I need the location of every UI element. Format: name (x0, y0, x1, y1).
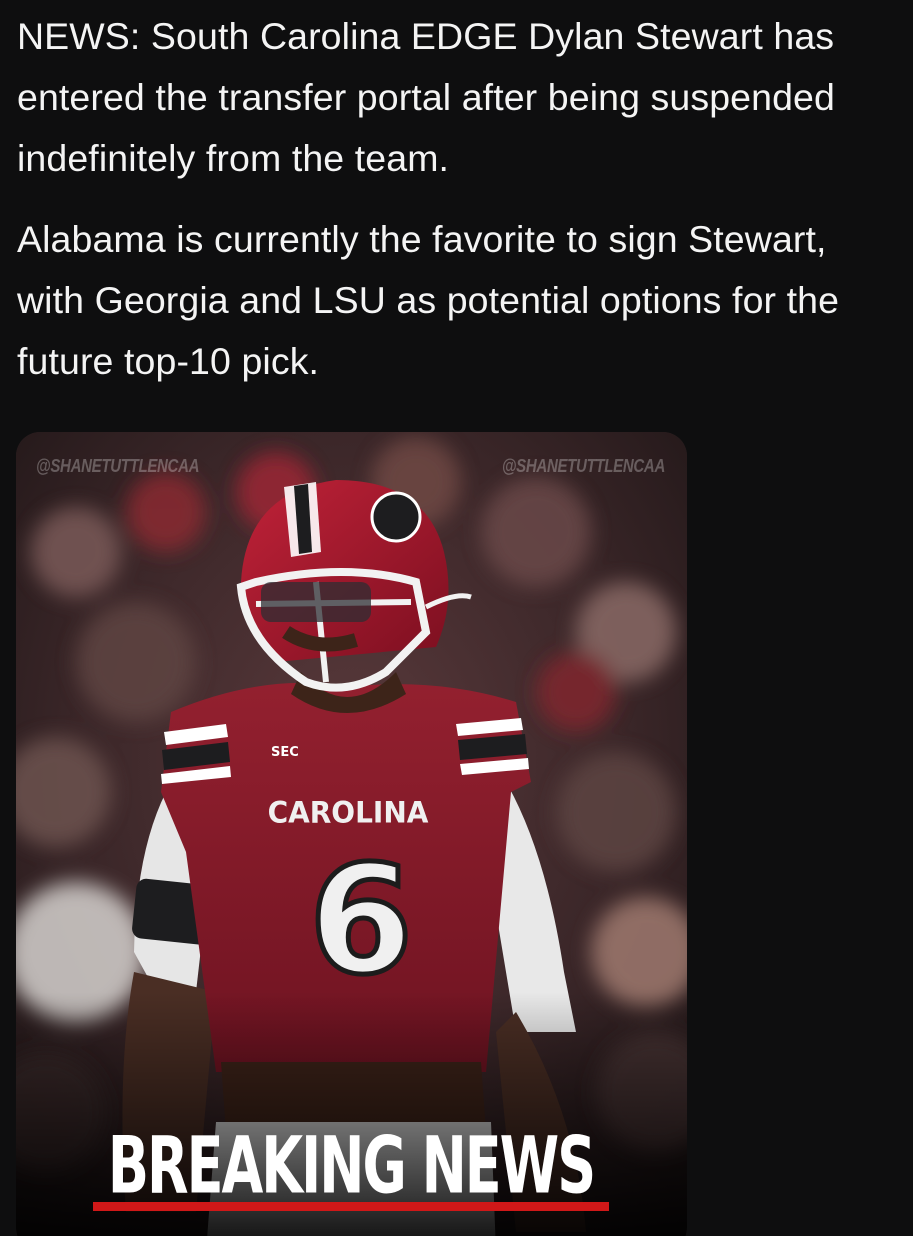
post-paragraph-2: Alabama is currently the favorite to sig… (17, 218, 840, 382)
post-text: NEWS: South Carolina EDGE Dylan Stewart … (17, 6, 902, 392)
jersey-number-text: 6 (309, 834, 413, 1008)
post-paragraph-1: NEWS: South Carolina EDGE Dylan Stewart … (17, 15, 835, 179)
watermark-right: @SHANETUTTLENCAA (501, 455, 665, 478)
breaking-news-text: BREAKING NEWS (107, 1120, 596, 1212)
watermark-left: @SHANETUTTLENCAA (36, 455, 200, 478)
post-image[interactable]: SEC CAROLINA 6 @SHANETUTTLENCAA @SHANETU… (16, 432, 687, 1236)
jersey-name-text: CAROLINA (268, 795, 430, 830)
breaking-news-underline (93, 1202, 609, 1211)
breaking-news-banner: BREAKING NEWS (93, 1112, 609, 1218)
jersey-patch-text: SEC (271, 745, 299, 760)
